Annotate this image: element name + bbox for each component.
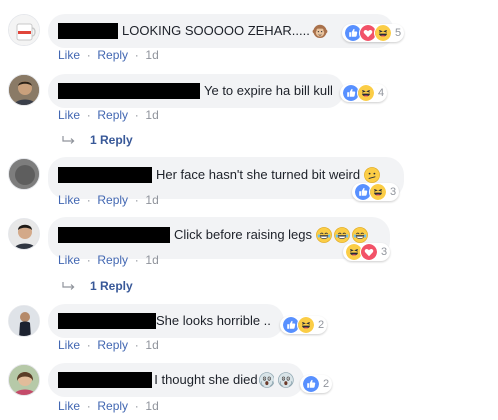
reaction-summary[interactable]: 5 bbox=[342, 24, 405, 42]
reply-link[interactable]: Reply bbox=[97, 108, 128, 122]
user-photo-icon bbox=[9, 365, 39, 395]
timestamp[interactable]: 1d bbox=[145, 338, 158, 352]
separator: · bbox=[83, 253, 95, 267]
reaction-summary[interactable]: 2 bbox=[300, 375, 333, 393]
comment-actions: Like · Reply · 1d bbox=[58, 399, 159, 413]
separator: · bbox=[83, 338, 95, 352]
timestamp[interactable]: 1d bbox=[145, 253, 158, 267]
comment-text: I thought she died bbox=[154, 372, 258, 387]
redacted-author-name bbox=[58, 227, 170, 243]
replies-label: 1 Reply bbox=[90, 279, 133, 293]
grinning-sweat-emoji-icon bbox=[334, 227, 351, 243]
reaction-summary[interactable]: 4 bbox=[340, 84, 388, 102]
avatar[interactable] bbox=[8, 158, 40, 190]
reply-arrow-icon bbox=[62, 135, 75, 144]
comment-text: Her face hasn't she turned bit weird bbox=[156, 167, 361, 182]
screaming-emoji-icon bbox=[258, 372, 275, 388]
avatar[interactable] bbox=[8, 305, 40, 337]
comment-thread: LOOKING SOOOOO ZEHAR..... 5 Like · Reply… bbox=[0, 0, 498, 420]
like-link[interactable]: Like bbox=[58, 48, 80, 62]
reply-link[interactable]: Reply bbox=[97, 338, 128, 352]
reaction-summary[interactable]: 3 bbox=[352, 183, 400, 201]
reaction-count: 2 bbox=[323, 378, 330, 390]
separator: · bbox=[83, 48, 95, 62]
comment-text: Click before raising legs bbox=[174, 227, 313, 242]
redacted-author-name bbox=[58, 372, 153, 388]
timestamp[interactable]: 1d bbox=[145, 193, 158, 207]
timestamp[interactable]: 1d bbox=[145, 48, 158, 62]
avatar[interactable] bbox=[8, 74, 40, 106]
reaction-summary[interactable]: 3 bbox=[343, 243, 391, 261]
timestamp[interactable]: 1d bbox=[145, 108, 158, 122]
reaction-count: 3 bbox=[381, 246, 388, 258]
monkey-emoji-icon bbox=[312, 24, 328, 39]
screaming-emoji-icon bbox=[278, 372, 294, 388]
timestamp[interactable]: 1d bbox=[145, 399, 158, 413]
separator: · bbox=[83, 193, 95, 207]
reply-link[interactable]: Reply bbox=[97, 193, 128, 207]
separator: · bbox=[131, 108, 143, 122]
avatar[interactable] bbox=[8, 14, 40, 46]
like-link[interactable]: Like bbox=[58, 399, 80, 413]
like-link[interactable]: Like bbox=[58, 193, 80, 207]
like-reaction-icon bbox=[302, 375, 320, 393]
comment-text: Ye to expire ha bill kull bbox=[204, 83, 333, 98]
avatar[interactable] bbox=[8, 364, 40, 396]
comment-bubble[interactable]: Ye to expire ha bill kull bbox=[48, 74, 344, 108]
haha-reaction-icon bbox=[374, 24, 392, 42]
mug-avatar-icon bbox=[9, 15, 39, 45]
like-link[interactable]: Like bbox=[58, 338, 80, 352]
reply-arrow-icon bbox=[62, 281, 75, 290]
confused-emoji-icon bbox=[364, 167, 381, 183]
reaction-count: 2 bbox=[318, 319, 325, 331]
separator: · bbox=[131, 48, 143, 62]
haha-reaction-icon bbox=[357, 84, 375, 102]
redacted-author-name bbox=[58, 23, 118, 39]
separator: · bbox=[131, 399, 143, 413]
comment-actions: Like · Reply · 1d bbox=[58, 193, 159, 207]
separator: · bbox=[131, 193, 143, 207]
reaction-count: 4 bbox=[378, 87, 385, 99]
love-reaction-icon bbox=[360, 243, 378, 261]
separator: · bbox=[83, 108, 95, 122]
comment-actions: Like · Reply · 1d bbox=[58, 48, 159, 62]
separator: · bbox=[83, 399, 95, 413]
comment-bubble[interactable]: She looks horrible .. bbox=[48, 304, 284, 338]
separator: · bbox=[131, 338, 143, 352]
comment-actions: Like · Reply · 1d bbox=[58, 338, 159, 352]
comment-text: She looks horrible .. bbox=[156, 313, 271, 328]
view-replies-link[interactable]: 1 Reply bbox=[62, 279, 133, 293]
reaction-count: 5 bbox=[395, 27, 402, 39]
user-photo-icon bbox=[9, 159, 39, 189]
comment-text: LOOKING SOOOOO ZEHAR..... bbox=[122, 23, 310, 38]
haha-reaction-icon bbox=[297, 316, 315, 334]
redacted-author-name bbox=[58, 313, 156, 329]
replies-label: 1 Reply bbox=[90, 133, 133, 147]
reply-link[interactable]: Reply bbox=[97, 48, 128, 62]
view-replies-link[interactable]: 1 Reply bbox=[62, 133, 133, 147]
redacted-author-name bbox=[58, 167, 152, 183]
reaction-count: 3 bbox=[390, 186, 397, 198]
user-photo-icon bbox=[9, 219, 39, 249]
like-link[interactable]: Like bbox=[58, 108, 80, 122]
user-photo-icon bbox=[9, 306, 39, 336]
haha-reaction-icon bbox=[369, 183, 387, 201]
comment-actions: Like · Reply · 1d bbox=[58, 108, 159, 122]
redacted-author-name bbox=[58, 83, 200, 99]
grinning-sweat-emoji-icon bbox=[316, 227, 333, 243]
avatar[interactable] bbox=[8, 218, 40, 250]
comment-actions: Like · Reply · 1d bbox=[58, 253, 159, 267]
comment-bubble[interactable]: I thought she died bbox=[48, 363, 304, 397]
reply-link[interactable]: Reply bbox=[97, 399, 128, 413]
user-photo-icon bbox=[9, 75, 39, 105]
separator: · bbox=[131, 253, 143, 267]
reaction-summary[interactable]: 2 bbox=[280, 316, 328, 334]
reply-link[interactable]: Reply bbox=[97, 253, 128, 267]
like-link[interactable]: Like bbox=[58, 253, 80, 267]
grinning-sweat-emoji-icon bbox=[352, 227, 369, 243]
